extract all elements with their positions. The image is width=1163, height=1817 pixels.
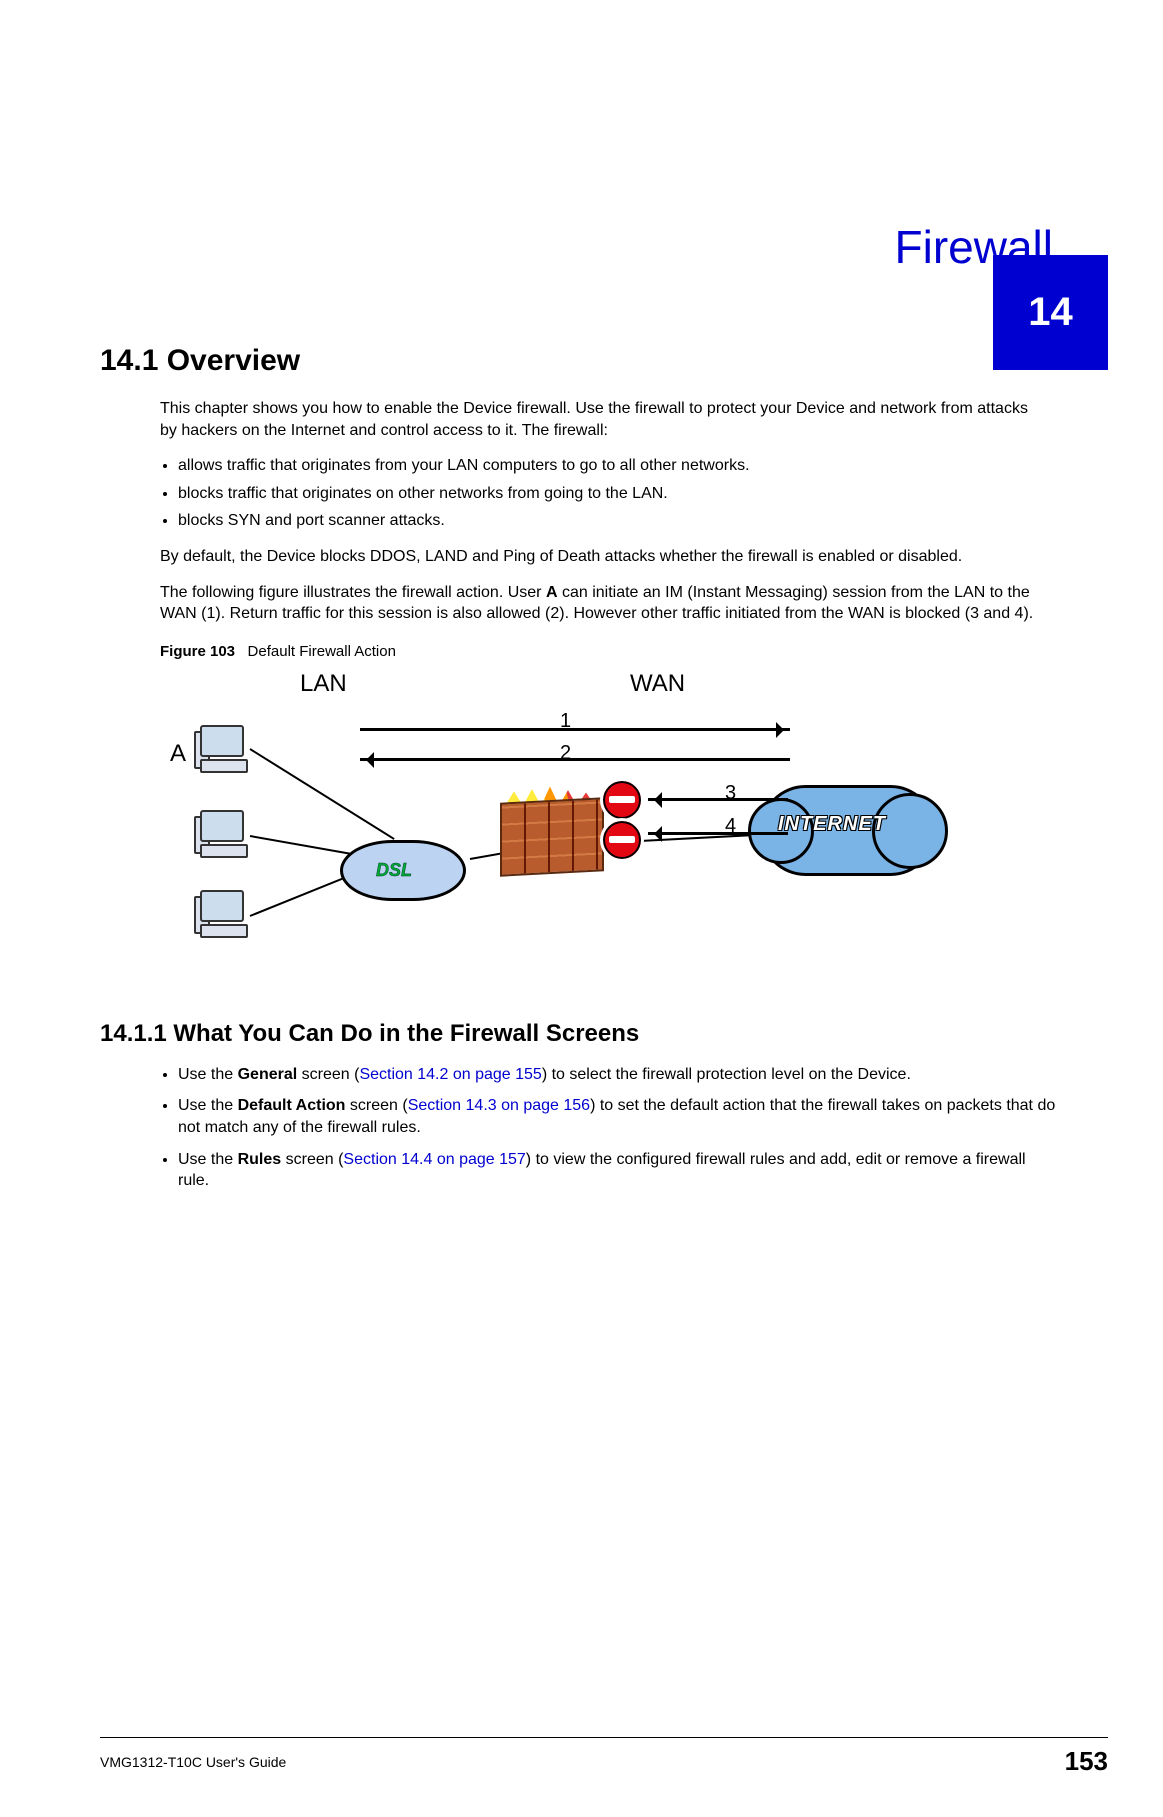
cross-reference-link[interactable]: Section 14.2 on page 155 <box>359 1066 541 1083</box>
block-icon <box>600 778 644 822</box>
list-item: blocks SYN and port scanner attacks. <box>178 510 1058 532</box>
text-fragment: ) to select the firewall protection leve… <box>542 1066 911 1083</box>
what-you-can-do-list: Use the General screen (Section 14.2 on … <box>160 1064 1058 1192</box>
arrow-2-return <box>360 758 790 761</box>
page: 14 CHAPTER Firewall 14.1 Overview This c… <box>0 220 1163 1817</box>
page-footer: VMG1312-T10C User's Guide 153 <box>100 1737 1108 1777</box>
arrow-1-outbound <box>360 728 790 731</box>
computer-icon <box>200 810 252 860</box>
figure-caption: Figure 103 Default Firewall Action <box>160 643 1063 660</box>
overview-bullet-list: allows traffic that originates from your… <box>160 455 1058 532</box>
cross-reference-link[interactable]: Section 14.3 on page 156 <box>408 1097 590 1114</box>
text-fragment: screen ( <box>281 1151 343 1168</box>
block-icon <box>600 818 644 862</box>
text-fragment: Use the <box>178 1097 238 1114</box>
text-fragment: Use the <box>178 1066 238 1083</box>
guide-name: VMG1312-T10C User's Guide <box>100 1754 286 1770</box>
list-item: Use the Default Action screen (Section 1… <box>178 1095 1058 1138</box>
text-fragment: The following figure illustrates the fir… <box>160 584 546 601</box>
chapter-title: Firewall <box>100 220 1053 274</box>
screen-name: General <box>238 1066 298 1083</box>
firewall-icon <box>500 800 610 880</box>
overview-figure-intro: The following figure illustrates the fir… <box>160 582 1040 625</box>
list-item: Use the General screen (Section 14.2 on … <box>178 1064 1058 1086</box>
list-item: allows traffic that originates from your… <box>178 455 1058 477</box>
wan-label: WAN <box>630 670 685 698</box>
arrow-3-blocked <box>648 798 788 801</box>
chapter-number-tab: 14 <box>993 255 1108 370</box>
internet-label: INTERNET <box>778 813 886 836</box>
overview-intro-text: This chapter shows you how to enable the… <box>160 398 1040 441</box>
page-number: 153 <box>1065 1746 1108 1777</box>
figure-title: Default Firewall Action <box>248 643 396 660</box>
firewall-diagram: LAN WAN A 1 2 3 4 DSL INTERNET <box>170 670 930 960</box>
flow-number-2: 2 <box>560 742 571 765</box>
computer-icon <box>200 725 252 775</box>
user-a-marker: A <box>170 740 186 768</box>
chapter-number: 14 <box>1028 290 1073 335</box>
flow-number-3: 3 <box>725 782 736 805</box>
screen-name: Rules <box>238 1151 282 1168</box>
dsl-router-icon: DSL <box>340 820 480 910</box>
section-heading-overview: 14.1 Overview <box>100 344 1063 378</box>
figure-number: Figure 103 <box>160 643 235 660</box>
screen-name: Default Action <box>238 1097 346 1114</box>
lan-label: LAN <box>300 670 347 698</box>
text-fragment: Use the <box>178 1151 238 1168</box>
subsection-heading-whatyoucando: 14.1.1 What You Can Do in the Firewall S… <box>100 1020 1063 1048</box>
cross-reference-link[interactable]: Section 14.4 on page 157 <box>343 1151 525 1168</box>
list-item: blocks traffic that originates on other … <box>178 483 1058 505</box>
arrow-4-blocked <box>648 832 788 835</box>
dsl-label: DSL <box>376 860 412 881</box>
overview-default-text: By default, the Device blocks DDOS, LAND… <box>160 546 1040 568</box>
user-a-label: A <box>546 584 558 601</box>
computer-icon <box>200 890 252 940</box>
text-fragment: screen ( <box>297 1066 359 1083</box>
list-item: Use the Rules screen (Section 14.4 on pa… <box>178 1149 1058 1192</box>
text-fragment: screen ( <box>345 1097 407 1114</box>
